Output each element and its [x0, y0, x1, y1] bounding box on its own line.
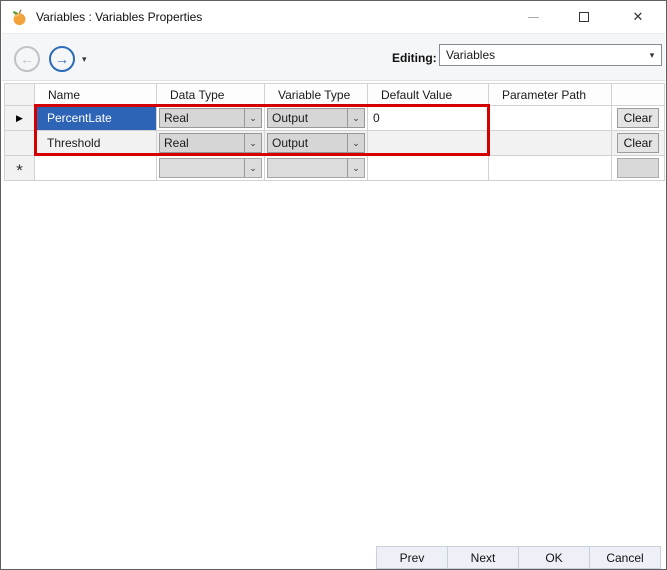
- maximize-icon: [579, 12, 589, 22]
- minimize-button[interactable]: [510, 2, 556, 32]
- current-row-icon: ▶: [16, 112, 23, 123]
- variable-type-cell-new-row: ⌄: [265, 156, 368, 181]
- ok-button[interactable]: OK: [518, 546, 590, 569]
- default-value-cell-row-2[interactable]: [368, 131, 489, 156]
- forward-button[interactable]: →: [49, 46, 75, 72]
- editing-combobox-value: Variables: [446, 48, 496, 62]
- data-type-dropdown-row-1[interactable]: Real ⌄: [159, 108, 262, 128]
- default-value-cell-row-1[interactable]: 0: [368, 106, 489, 131]
- column-header-actions: [612, 84, 665, 106]
- variable-type-dropdown-row-1[interactable]: Output ⌄: [267, 108, 365, 128]
- chevron-down-icon[interactable]: ⌄: [244, 159, 261, 177]
- new-row-icon: *: [16, 161, 23, 180]
- variables-properties-dialog: Variables : Variables Properties ✕ ← → ▾…: [0, 0, 667, 570]
- forward-dropdown-caret[interactable]: ▾: [82, 54, 87, 65]
- data-type-dropdown-new-row[interactable]: ⌄: [159, 158, 262, 178]
- data-type-value: Real: [164, 111, 189, 125]
- forward-arrow-icon: →: [55, 51, 69, 67]
- prev-button[interactable]: Prev: [376, 546, 448, 569]
- maximize-button[interactable]: [561, 2, 607, 32]
- clear-button-row-2[interactable]: Clear: [617, 133, 659, 153]
- clear-button-new-row-disabled[interactable]: [617, 158, 659, 178]
- combobox-caret-icon: ▾: [649, 49, 655, 60]
- parameter-path-cell-new-row[interactable]: [489, 156, 612, 181]
- editing-label: Editing:: [392, 51, 437, 65]
- parameter-path-cell-row-2[interactable]: [489, 131, 612, 156]
- cancel-button[interactable]: Cancel: [589, 546, 661, 569]
- data-type-cell-row-1: Real ⌄: [157, 106, 265, 131]
- navigation-toolbar: ← → ▾ Editing: Variables ▾: [2, 33, 665, 81]
- action-cell-new-row: [612, 156, 665, 181]
- name-cell-new-row[interactable]: [35, 156, 157, 181]
- variable-type-dropdown-row-2[interactable]: Output ⌄: [267, 133, 365, 153]
- app-orange-fruit-icon: [12, 8, 26, 25]
- row-header-2[interactable]: [5, 131, 35, 156]
- action-cell-row-2: Clear: [612, 131, 665, 156]
- default-value-cell-new-row[interactable]: [368, 156, 489, 181]
- row-header-1[interactable]: ▶: [5, 106, 35, 131]
- column-header-variable-type[interactable]: Variable Type: [265, 84, 368, 106]
- editing-combobox[interactable]: Variables ▾: [439, 44, 662, 66]
- variable-type-value: Output: [272, 111, 309, 125]
- variable-type-value: Output: [272, 136, 309, 150]
- back-arrow-icon: ←: [20, 51, 34, 67]
- variable-type-cell-row-1: Output ⌄: [265, 106, 368, 131]
- variable-type-cell-row-2: Output ⌄: [265, 131, 368, 156]
- window-title: Variables : Variables Properties: [36, 10, 203, 24]
- column-header-parameter-path[interactable]: Parameter Path: [489, 84, 612, 106]
- data-type-cell-row-2: Real ⌄: [157, 131, 265, 156]
- clear-button-row-1[interactable]: Clear: [617, 108, 659, 128]
- chevron-down-icon[interactable]: ⌄: [244, 109, 261, 127]
- column-header-name[interactable]: Name: [35, 84, 157, 106]
- parameter-path-cell-row-1[interactable]: [489, 106, 612, 131]
- back-button[interactable]: ←: [14, 46, 40, 72]
- title-bar: Variables : Variables Properties ✕: [1, 1, 666, 33]
- column-header-default-value[interactable]: Default Value: [368, 84, 489, 106]
- name-cell-row-1[interactable]: PercentLate: [35, 106, 157, 131]
- minimize-icon: [527, 16, 539, 18]
- chevron-down-icon[interactable]: ⌄: [347, 159, 364, 177]
- row-header-new[interactable]: *: [5, 156, 35, 181]
- data-type-value: Real: [164, 136, 189, 150]
- chevron-down-icon[interactable]: ⌄: [244, 134, 261, 152]
- variable-type-dropdown-new-row[interactable]: ⌄: [267, 158, 365, 178]
- name-cell-row-2[interactable]: Threshold: [35, 131, 157, 156]
- action-cell-row-1: Clear: [612, 106, 665, 131]
- close-icon: ✕: [632, 9, 644, 24]
- next-button[interactable]: Next: [447, 546, 519, 569]
- grid-corner-header: [5, 84, 35, 106]
- chevron-down-icon[interactable]: ⌄: [347, 134, 364, 152]
- close-button[interactable]: ✕: [615, 2, 661, 32]
- chevron-down-icon[interactable]: ⌄: [347, 109, 364, 127]
- variables-grid: Name Data Type Variable Type Default Val…: [4, 83, 665, 181]
- data-type-dropdown-row-2[interactable]: Real ⌄: [159, 133, 262, 153]
- data-type-cell-new-row: ⌄: [157, 156, 265, 181]
- column-header-data-type[interactable]: Data Type: [157, 84, 265, 106]
